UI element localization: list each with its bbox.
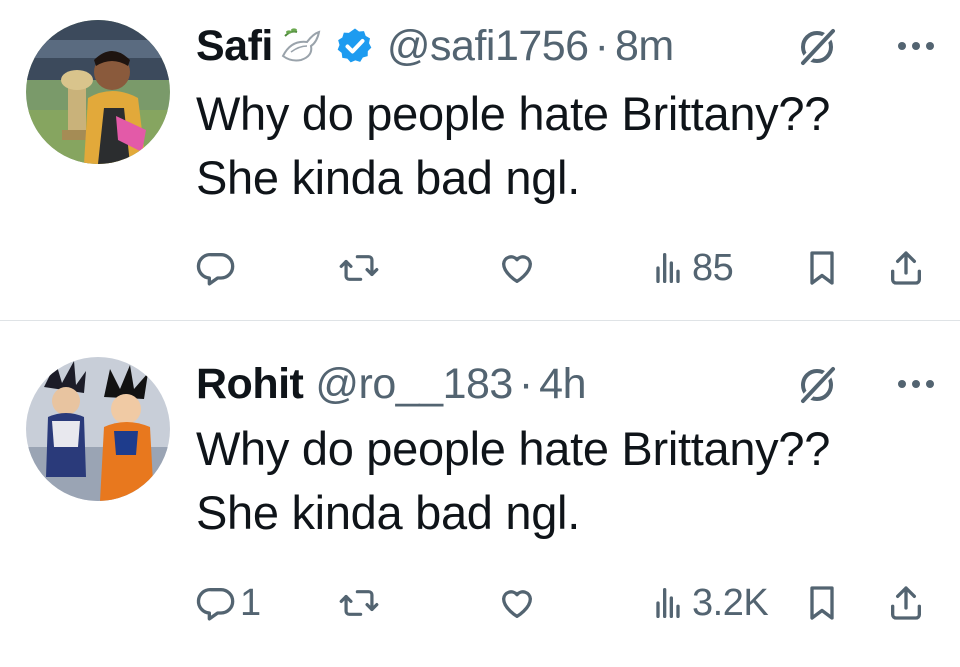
like-button[interactable] — [496, 240, 542, 296]
separator-dot: · — [594, 22, 609, 70]
user-handle[interactable]: @safi1756 — [387, 16, 589, 76]
like-button[interactable] — [496, 575, 542, 631]
more-options-icon[interactable] — [892, 26, 940, 66]
tweet-text-line: She kinda bad ngl. — [196, 151, 580, 204]
tweet-actions: 1 3.2K — [196, 575, 932, 631]
view-count: 3.2K — [692, 581, 769, 624]
reply-button[interactable] — [196, 240, 240, 296]
tweet-text-line: She kinda bad ngl. — [196, 486, 580, 539]
tweet-text: Why do people hate Brittany?? She kinda … — [196, 82, 930, 210]
reply-count: 1 — [240, 581, 261, 624]
separator-dot: · — [518, 360, 534, 408]
retweet-icon — [338, 248, 380, 288]
bookmark-icon — [802, 248, 842, 288]
tweet-header: Rohit @ro__183 · 4h — [196, 354, 940, 414]
dove-emoji-icon — [277, 22, 325, 70]
bookmark-button[interactable] — [802, 575, 842, 631]
avatar[interactable] — [26, 357, 170, 501]
tweet-text: Why do people hate Brittany?? She kinda … — [196, 417, 930, 545]
bookmark-icon — [802, 583, 842, 623]
display-name[interactable]: Safi — [196, 16, 273, 76]
grok-icon[interactable] — [794, 362, 840, 408]
timestamp[interactable]: 8m — [615, 16, 674, 76]
avatar[interactable] — [26, 20, 170, 164]
view-count: 85 — [692, 246, 734, 289]
avatar-image-cricketer-with-trophy — [26, 20, 170, 164]
reply-icon — [196, 583, 236, 623]
share-button[interactable] — [886, 240, 926, 296]
retweet-button[interactable] — [338, 240, 384, 296]
views-button[interactable]: 85 — [648, 240, 734, 296]
tweet-card[interactable]: Safi @safi1756 · 8m Why do people hate B… — [0, 0, 960, 320]
avatar-image-anime-characters — [26, 357, 170, 501]
reply-button[interactable]: 1 — [196, 575, 261, 631]
more-options-icon[interactable] — [892, 364, 940, 404]
retweet-button[interactable] — [338, 575, 384, 631]
tweet-actions: 85 — [196, 240, 932, 296]
tweet-header: Safi @safi1756 · 8m — [196, 16, 940, 76]
views-icon — [648, 583, 688, 623]
timestamp[interactable]: 4h — [539, 354, 586, 414]
grok-icon[interactable] — [794, 24, 840, 70]
bookmark-button[interactable] — [802, 240, 842, 296]
share-icon — [886, 248, 926, 288]
share-icon — [886, 583, 926, 623]
tweet-text-line: Why do people hate Brittany?? — [196, 422, 831, 475]
tweet-card[interactable]: Rohit @ro__183 · 4h Why do people hate B… — [0, 320, 960, 666]
share-button[interactable] — [886, 575, 926, 631]
tweet-text-line: Why do people hate Brittany?? — [196, 87, 831, 140]
views-icon — [648, 248, 688, 288]
verified-badge-icon[interactable] — [335, 26, 375, 66]
display-name[interactable]: Rohit — [196, 354, 304, 414]
like-icon — [496, 583, 538, 623]
views-button[interactable]: 3.2K — [648, 575, 769, 631]
user-handle[interactable]: @ro__183 — [315, 354, 513, 414]
like-icon — [496, 248, 538, 288]
reply-icon — [196, 248, 236, 288]
retweet-icon — [338, 583, 380, 623]
